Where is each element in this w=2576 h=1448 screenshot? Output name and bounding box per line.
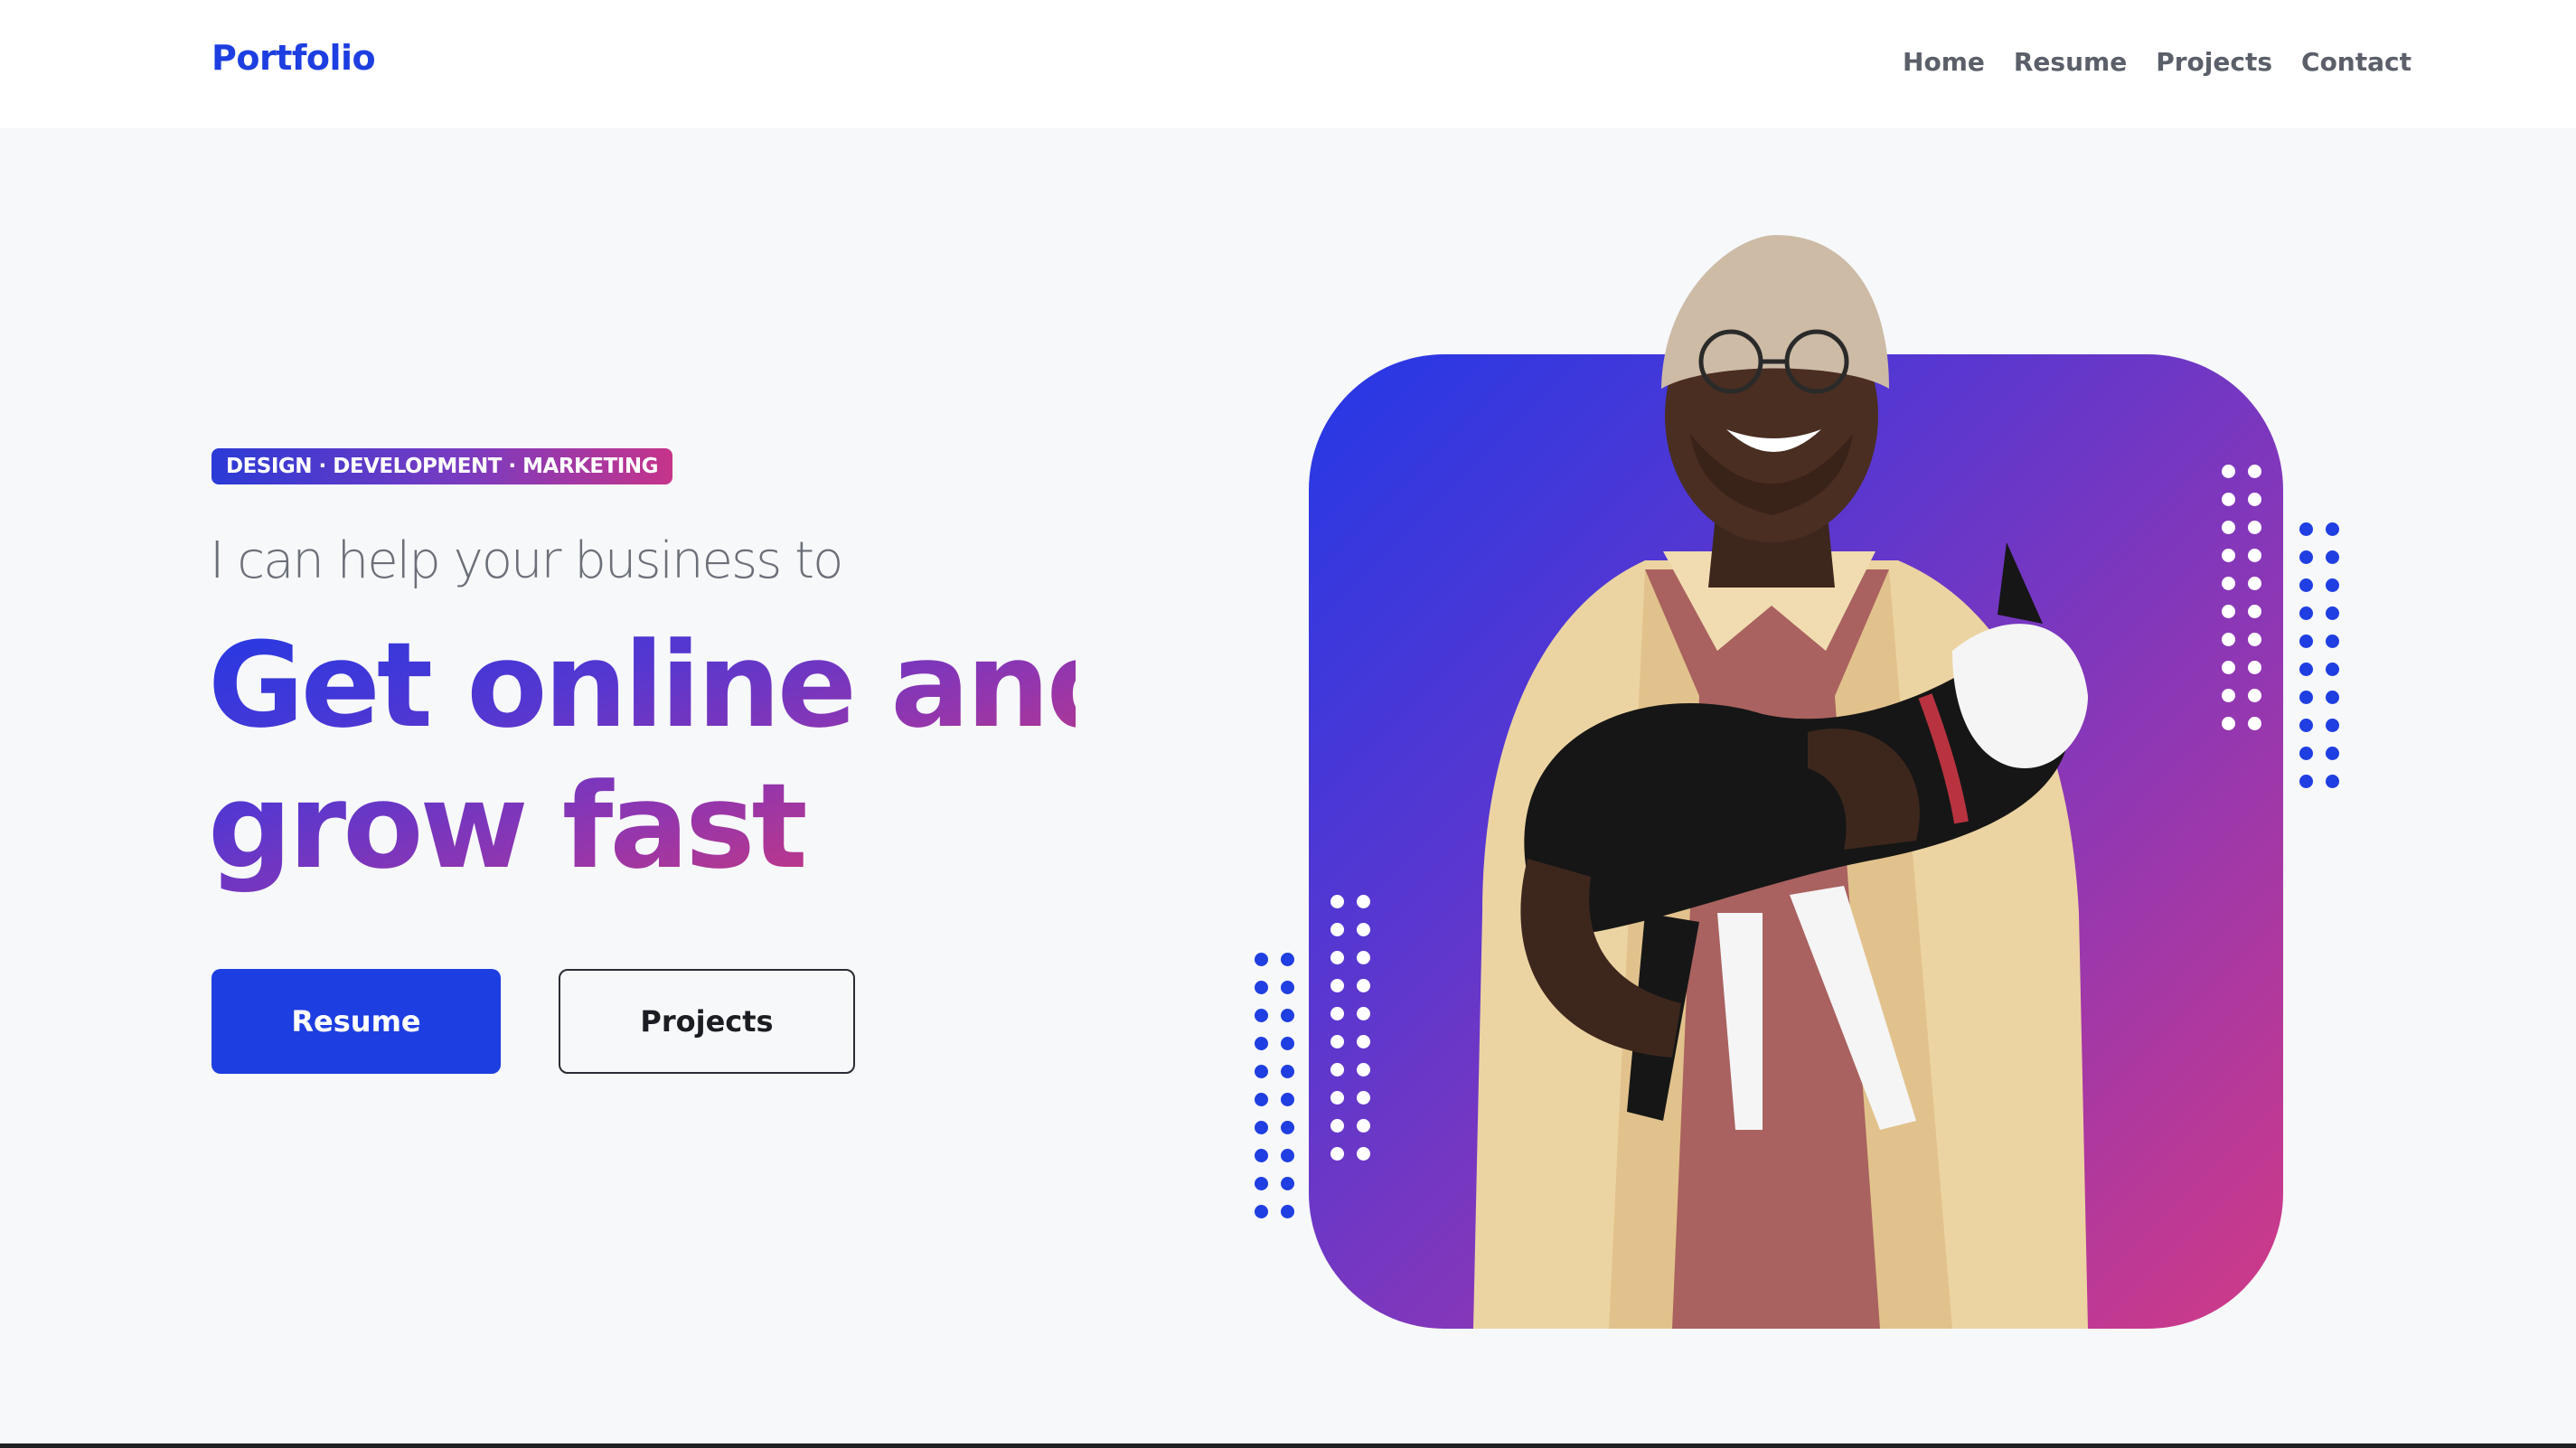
hero-headline: Get online and grow fast	[208, 615, 1076, 897]
headline-line-2: grow fast	[208, 757, 804, 895]
services-badge: DESIGN · DEVELOPMENT · MARKETING	[212, 448, 672, 484]
dot-grid-left-outer	[1255, 953, 1294, 1218]
nav-home[interactable]: Home	[1903, 47, 1985, 77]
nav-contact[interactable]: Contact	[2301, 47, 2411, 77]
bottom-divider	[0, 1443, 2576, 1448]
projects-button[interactable]: Projects	[559, 969, 855, 1074]
site-header: Portfolio Home Resume Projects Contact	[0, 0, 2576, 128]
headline-line-1: Get online and	[208, 616, 1127, 754]
dot-grid-left-inner	[1330, 895, 1370, 1161]
nav-resume[interactable]: Resume	[2014, 47, 2127, 77]
nav-projects[interactable]: Projects	[2156, 47, 2272, 77]
logo[interactable]: Portfolio	[212, 38, 376, 78]
main-nav: Home Resume Projects Contact	[1903, 47, 2411, 77]
dot-grid-right-outer	[2299, 522, 2339, 788]
dot-grid-right-inner	[2222, 465, 2261, 730]
hero-subheading: I can help your business to	[210, 531, 843, 590]
hero-person-image	[1473, 235, 2088, 1329]
resume-button[interactable]: Resume	[212, 969, 501, 1074]
